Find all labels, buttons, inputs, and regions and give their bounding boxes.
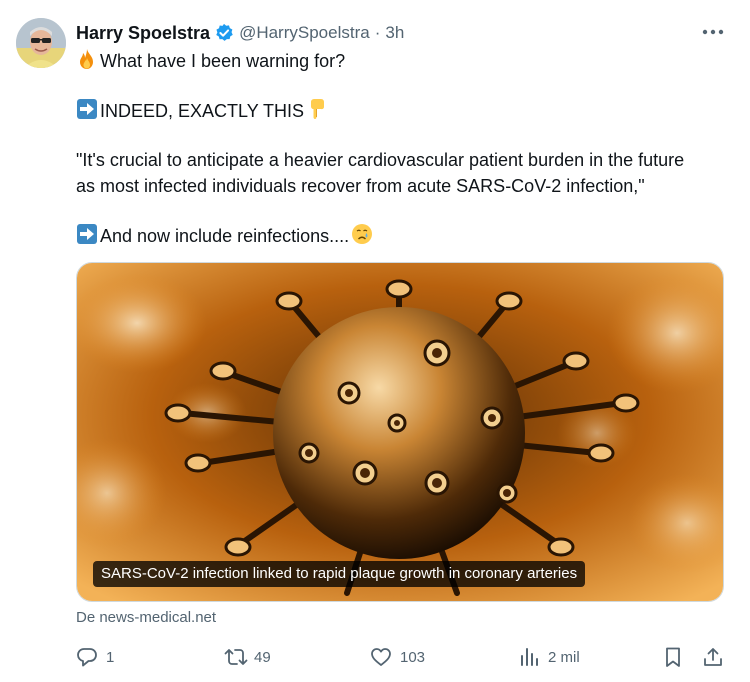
tweet-text-line-2: INDEED, EXACTLY THIS	[76, 98, 328, 126]
author-handle[interactable]: @HarrySpoelstra	[239, 23, 370, 43]
tweet-text-line-5: And now include reinfections....	[76, 223, 373, 251]
right-arrow-emoji	[76, 98, 98, 126]
tweet-text-line-1: What have I been warning for?	[76, 48, 345, 76]
reply-icon	[76, 646, 98, 668]
share-button[interactable]	[702, 642, 724, 672]
tweet-text: And now include reinfections....	[100, 226, 350, 246]
views-button[interactable]: 2 mil	[518, 642, 580, 672]
tweet[interactable]: Harry Spoelstra @HarrySpoelstra · 3h Wha…	[0, 0, 750, 682]
separator-dot: ·	[374, 23, 381, 42]
author-name[interactable]: Harry Spoelstra	[76, 23, 210, 44]
virus-image	[77, 263, 723, 601]
timestamp[interactable]: 3h	[385, 23, 404, 43]
more-options-icon[interactable]	[700, 22, 726, 42]
retweet-count: 49	[254, 648, 271, 666]
avatar[interactable]	[16, 18, 66, 68]
views-chart-icon	[518, 646, 540, 668]
crying-face-emoji	[351, 223, 373, 251]
tweet-header: Harry Spoelstra @HarrySpoelstra · 3h	[76, 21, 404, 45]
like-count: 103	[400, 648, 426, 666]
retweet-icon	[224, 646, 248, 668]
tweet-text: INDEED, EXACTLY THIS	[100, 101, 305, 121]
like-button[interactable]: 103	[370, 642, 425, 672]
share-icon	[702, 646, 724, 668]
tweet-text: What have I been warning for?	[100, 51, 346, 71]
tweet-text-line-4: as most infected individuals recover fro…	[76, 176, 645, 196]
link-card[interactable]: SARS-CoV-2 infection linked to rapid pla…	[76, 262, 724, 602]
retweet-button[interactable]: 49	[224, 642, 271, 672]
views-count: 2 mil	[548, 648, 580, 666]
tweet-text-line-3: "It's crucial to anticipate a heavier ca…	[76, 150, 685, 170]
fire-emoji	[76, 48, 98, 76]
verified-badge-icon[interactable]	[214, 23, 234, 43]
link-card-caption: SARS-CoV-2 infection linked to rapid pla…	[93, 561, 586, 587]
link-source[interactable]: De news-medical.net	[76, 609, 216, 626]
heart-icon	[370, 646, 392, 668]
reply-button[interactable]: 1	[76, 642, 114, 672]
right-arrow-emoji	[76, 223, 98, 251]
backhand-index-pointing-down-emoji	[306, 98, 328, 126]
bookmark-button[interactable]	[662, 642, 684, 672]
tweet-actions: 1 49 103 2 mil	[76, 642, 726, 672]
bookmark-icon	[662, 646, 684, 668]
reply-count: 1	[106, 648, 115, 666]
